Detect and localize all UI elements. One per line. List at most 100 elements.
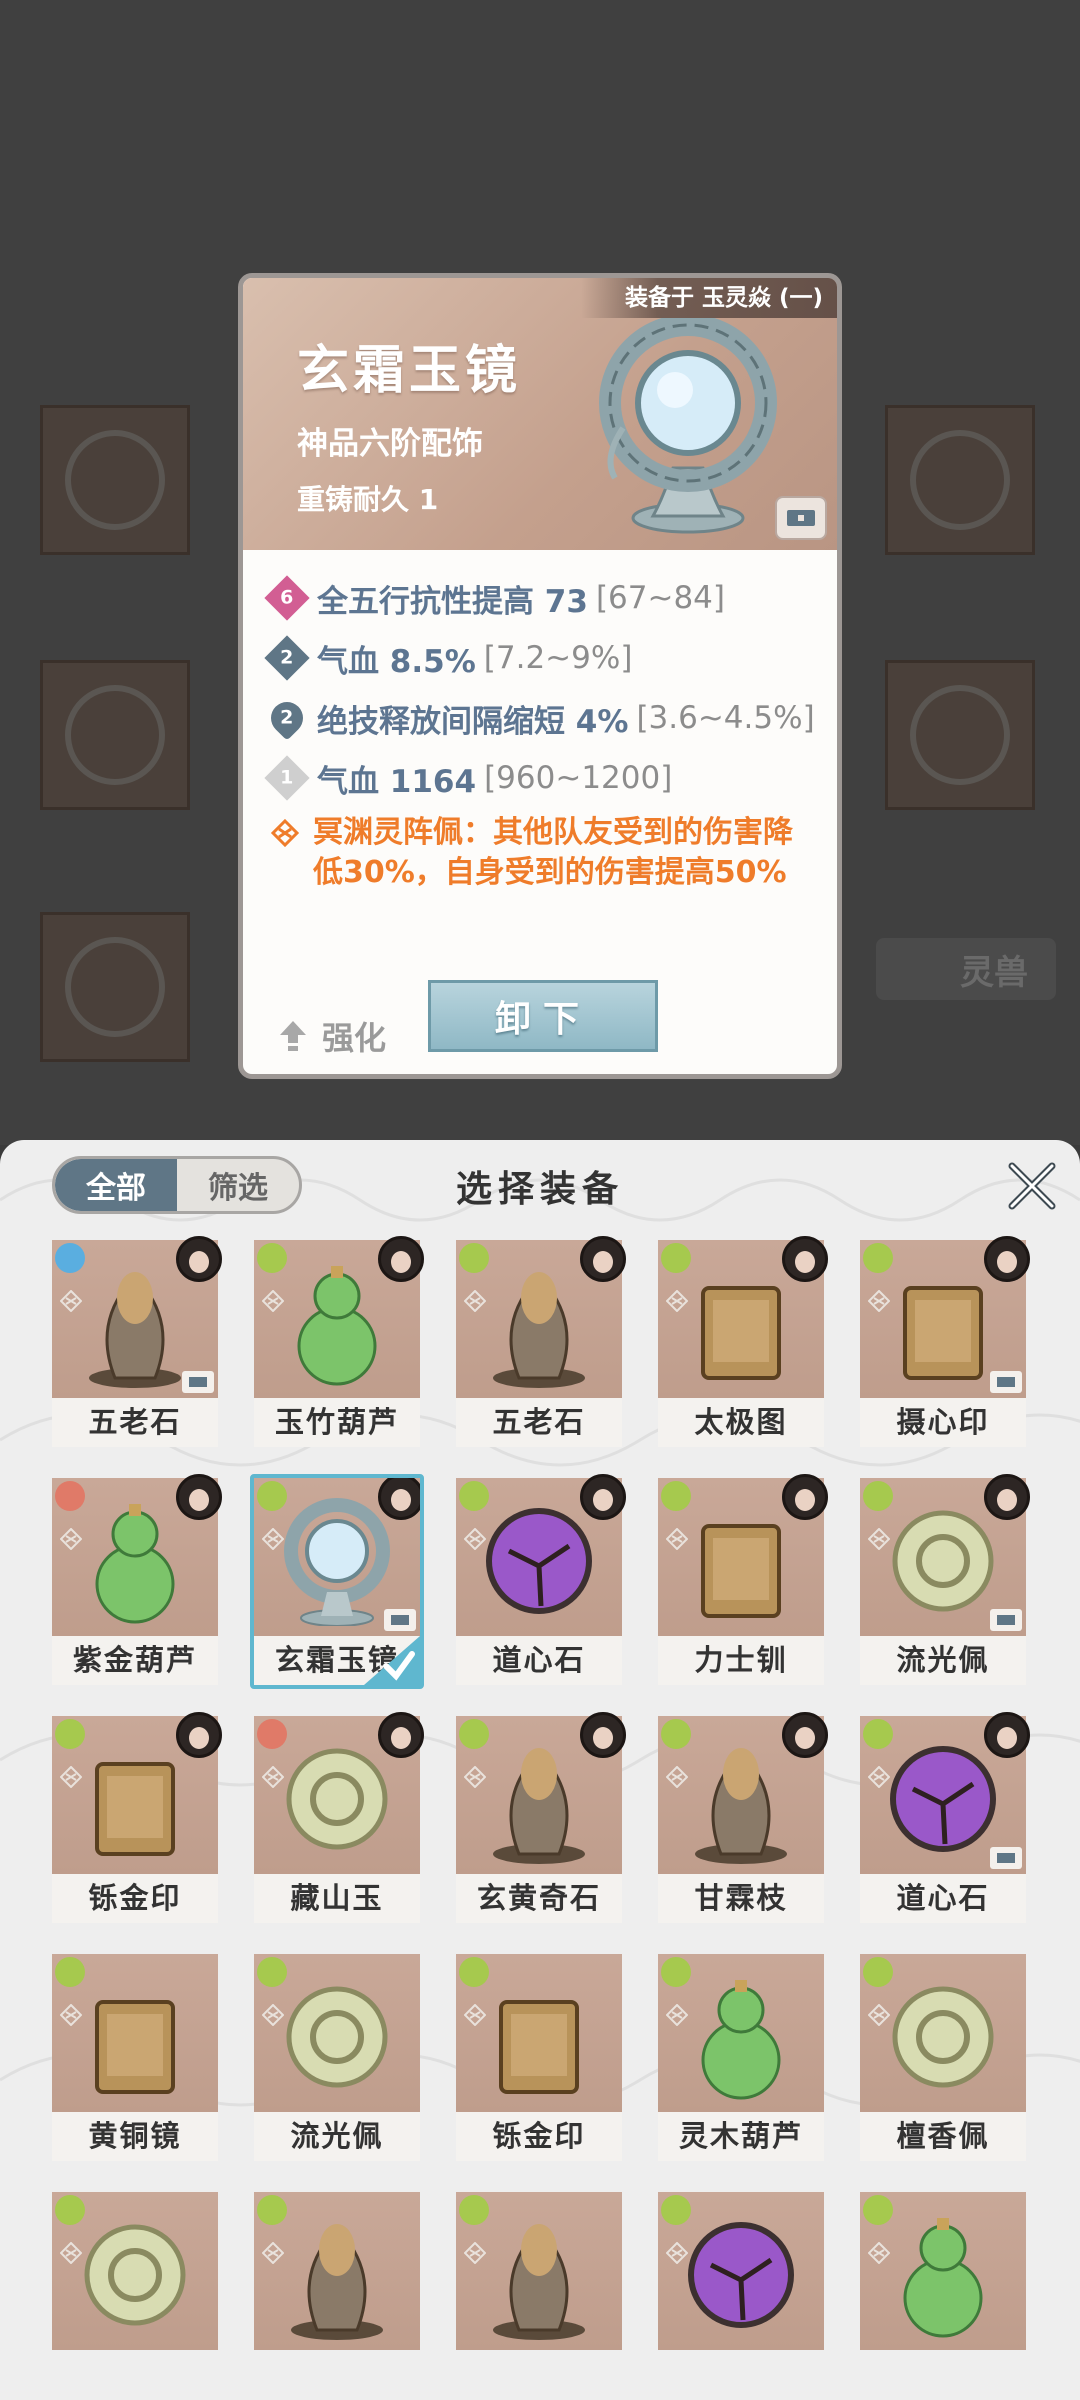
equipment-item[interactable]: 藏山玉 bbox=[254, 1712, 424, 1923]
equipment-name: 摄心印 bbox=[860, 1398, 1026, 1447]
storage-chest-icon bbox=[182, 1371, 214, 1393]
element-icon bbox=[459, 1243, 489, 1273]
equipment-item[interactable]: 紫金葫芦 bbox=[52, 1474, 222, 1685]
equipment-image bbox=[860, 2192, 1026, 2350]
bg-equip-slot bbox=[40, 660, 190, 810]
equipment-image bbox=[52, 1954, 218, 2112]
panel-title: 选择装备 bbox=[455, 1169, 624, 1210]
set-effect-icon bbox=[271, 819, 299, 847]
unequip-button[interactable]: 卸下 bbox=[428, 980, 658, 1052]
equipment-name: 道心石 bbox=[860, 1874, 1026, 1923]
equipment-image bbox=[658, 1954, 824, 2112]
equipment-art bbox=[701, 1524, 781, 1618]
equipment-art bbox=[297, 1266, 377, 1386]
bg-equip-slot bbox=[40, 405, 190, 555]
equipment-item[interactable]: 檀香佩 bbox=[860, 1954, 1026, 2161]
equipment-image bbox=[860, 1474, 1030, 1636]
equipment-art bbox=[493, 1748, 585, 1864]
equipment-item[interactable]: 五老石 bbox=[52, 1236, 222, 1447]
element-icon bbox=[55, 1719, 85, 1749]
checkmark-icon bbox=[364, 1636, 420, 1685]
element-icon bbox=[863, 1243, 893, 1273]
equipment-select-panel: 全部 筛选 选择装备 五老石 玉竹葫芦 五老石 太极图 摄心印 紫金葫芦 玄霜玉镜 道心石 力士… bbox=[0, 1140, 1080, 2400]
equipment-image bbox=[52, 1712, 222, 1874]
equipment-image bbox=[860, 1236, 1030, 1398]
attribute-row: 6 全五行抗性提高 73 [67~84] bbox=[263, 568, 833, 628]
element-icon bbox=[661, 1243, 691, 1273]
equipment-item[interactable]: 流光佩 bbox=[254, 1954, 420, 2161]
element-icon bbox=[863, 1719, 893, 1749]
equipment-name: 铄金印 bbox=[52, 1874, 218, 1923]
equipment-art bbox=[493, 1272, 585, 1388]
close-icon[interactable] bbox=[1002, 1156, 1062, 1216]
equipment-item[interactable]: 玄霜玉镜 bbox=[250, 1474, 424, 1689]
element-icon bbox=[459, 2195, 489, 2225]
set-effect-icon bbox=[868, 2242, 890, 2264]
equipment-item[interactable]: 灵木葫芦 bbox=[658, 1954, 824, 2161]
item-detail-popup: 装备于 玉灵焱 (一) 玄霜玉镜 神品六阶配饰 重铸耐久 1 6 全五行抗性提高… bbox=[238, 273, 842, 1079]
element-icon bbox=[661, 1957, 691, 1987]
equipment-item[interactable] bbox=[254, 2192, 420, 2399]
equipment-image bbox=[456, 1712, 626, 1874]
equipment-art bbox=[95, 2000, 175, 2094]
set-effect-icon bbox=[262, 1290, 284, 1312]
element-icon bbox=[55, 1243, 85, 1273]
enhance-button[interactable]: 强化 bbox=[278, 1013, 386, 1059]
equipment-image bbox=[860, 1954, 1026, 2112]
equipment-art bbox=[890, 1746, 996, 1852]
equipment-item[interactable]: 甘霖枝 bbox=[658, 1712, 828, 1923]
equipment-art bbox=[291, 2224, 383, 2340]
equipment-image bbox=[52, 1474, 222, 1636]
equipment-item[interactable]: 铄金印 bbox=[52, 1712, 222, 1923]
element-icon bbox=[55, 1957, 85, 1987]
equipment-art bbox=[701, 1286, 781, 1380]
attribute-value: 气血 1164 bbox=[317, 763, 477, 800]
set-effect-icon bbox=[868, 2004, 890, 2026]
set-effect-icon bbox=[666, 1528, 688, 1550]
set-effect-icon bbox=[60, 1766, 82, 1788]
equipment-image bbox=[456, 1954, 622, 2112]
equipment-item[interactable]: 五老石 bbox=[456, 1236, 626, 1447]
equipment-name: 道心石 bbox=[456, 1636, 622, 1685]
element-icon bbox=[257, 1719, 287, 1749]
attribute-range: [3.6~4.5%] bbox=[636, 700, 815, 736]
equipped-on-label: 装备于 玉灵焱 (一) bbox=[580, 278, 837, 318]
owner-avatar bbox=[984, 1712, 1030, 1758]
equipment-item[interactable]: 道心石 bbox=[456, 1474, 626, 1685]
owner-avatar bbox=[580, 1474, 626, 1520]
equipment-item[interactable]: 铄金印 bbox=[456, 1954, 622, 2161]
bg-equip-slot bbox=[40, 912, 190, 1062]
equipment-image bbox=[254, 1712, 424, 1874]
equipment-item[interactable] bbox=[658, 2192, 824, 2399]
special-effect-line: 冥渊灵阵佩：其他队友受到的伤害降 bbox=[313, 815, 793, 850]
owner-avatar bbox=[580, 1712, 626, 1758]
owner-avatar bbox=[782, 1236, 828, 1282]
element-icon bbox=[55, 2195, 85, 2225]
equipment-image bbox=[456, 1236, 626, 1398]
equipment-art bbox=[903, 2218, 983, 2338]
equipment-name: 太极图 bbox=[658, 1398, 824, 1447]
item-grade: 神品六阶配饰 bbox=[297, 426, 483, 462]
equipment-item[interactable] bbox=[456, 2192, 622, 2399]
equipment-art bbox=[286, 1986, 388, 2088]
equipment-item[interactable] bbox=[52, 2192, 218, 2399]
equipment-image bbox=[658, 2192, 824, 2350]
equipment-item[interactable] bbox=[860, 2192, 1026, 2399]
storage-chest-icon[interactable] bbox=[775, 496, 827, 540]
equipment-item[interactable]: 黄铜镜 bbox=[52, 1954, 218, 2161]
equipment-item[interactable]: 力士钏 bbox=[658, 1474, 828, 1685]
attribute-row: 1 气血 1164 [960~1200] bbox=[263, 748, 833, 808]
element-icon bbox=[257, 2195, 287, 2225]
enhance-label: 强化 bbox=[322, 1019, 387, 1057]
set-effect-icon bbox=[868, 1766, 890, 1788]
equipment-item[interactable]: 流光佩 bbox=[860, 1474, 1030, 1685]
equipment-item[interactable]: 玄黄奇石 bbox=[456, 1712, 626, 1923]
equipment-name: 流光佩 bbox=[254, 2112, 420, 2161]
equipment-name: 灵木葫芦 bbox=[658, 2112, 824, 2161]
equipment-item[interactable]: 玉竹葫芦 bbox=[254, 1236, 424, 1447]
equipment-item[interactable]: 摄心印 bbox=[860, 1236, 1030, 1447]
set-effect-icon bbox=[464, 2242, 486, 2264]
equipment-item[interactable]: 道心石 bbox=[860, 1712, 1030, 1923]
equipment-item[interactable]: 太极图 bbox=[658, 1236, 828, 1447]
set-effect-icon bbox=[666, 1290, 688, 1312]
